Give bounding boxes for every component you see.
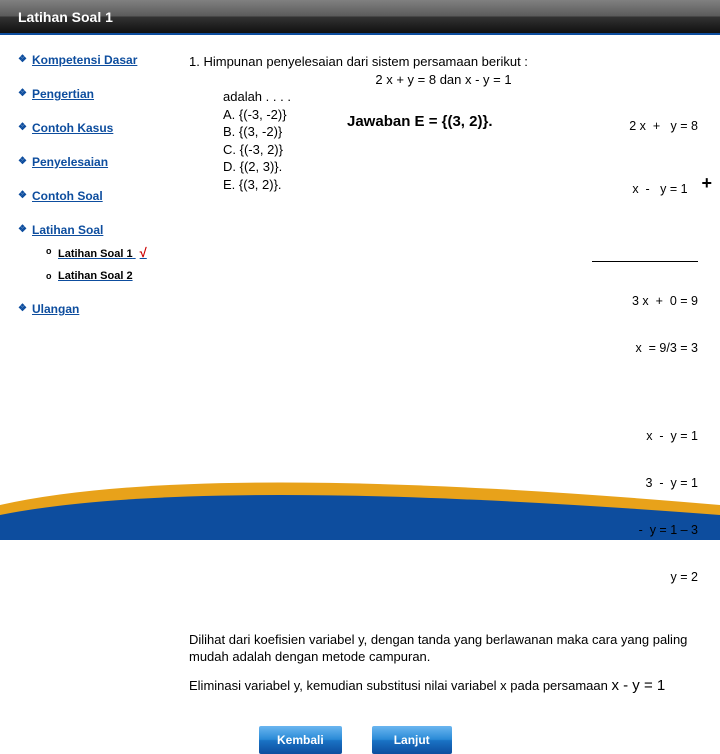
question-line: 1. Himpunan penyelesaian dari sistem per… [189,53,698,71]
sidebar-item-contoh-soal[interactable]: Contoh Soal [18,189,167,203]
work1-l4: x = 9/3 = 3 [570,341,698,357]
option-d: D. {(2, 3)}. [223,158,339,176]
sidebar: Kompetensi Dasar Pengertian Contoh Kasus… [0,35,175,495]
next-label: Lanjut [394,733,430,747]
option-c: C. {(-3, 2)} [223,141,339,159]
sidebar-item-label: Contoh Soal [32,189,103,203]
option-e: E. {(3, 2)}. [223,176,339,194]
button-row: Kembali Lanjut [259,726,698,754]
explanation-1: Dilihat dari koefisien variabel y, denga… [189,631,698,666]
question-number: 1. [189,54,203,69]
sidebar-item-pengertian[interactable]: Pengertian [18,87,167,101]
option-a: A. {(-3, -2)} [223,106,339,124]
sidebar-item-ulangan[interactable]: Ulangan [18,302,167,316]
sidebar-item-label: Ulangan [32,302,79,316]
work1-l3: 3 x + 0 = 9 [570,294,698,310]
sidebar-item-label: Latihan Soal [32,223,103,237]
answer-text: Jawaban E = {(3, 2)}. [347,112,570,132]
explanation-block: Dilihat dari koefisien variabel y, denga… [189,631,698,696]
work2-l1: x - y = 1 [570,429,698,445]
back-button[interactable]: Kembali [259,726,342,754]
sidebar-item-latihan-soal[interactable]: Latihan Soal Latihan Soal 1 √ Latihan So… [18,223,167,282]
work2-l4: y = 2 [570,570,698,586]
sidebar-item-contoh-kasus[interactable]: Contoh Kasus [18,121,167,135]
sidebar-item-label: Contoh Kasus [32,121,113,135]
plus-icon: + [701,172,712,195]
options-column: adalah . . . . A. {(-3, -2)} B. {(3, -2)… [189,88,339,617]
sidebar-item-label: Pengertian [32,87,94,101]
expl2-a: Eliminasi variabel y, kemudian substitus… [189,678,611,693]
work2-l2: 3 - y = 1 [570,476,698,492]
working-column: 2 x + y = 8 x - y = 1 + 3 x + 0 = 9 x = … [570,88,698,617]
question-body: adalah . . . . A. {(-3, -2)} B. {(3, -2)… [189,88,698,617]
page-header: Latihan Soal 1 [0,0,720,35]
sidebar-sub-latihan-1[interactable]: Latihan Soal 1 √ [46,245,167,260]
sidebar-sub-label: Latihan Soal 2 [58,270,133,282]
work1-l1: 2 x + y = 8 [570,119,698,135]
main-container: Kompetensi Dasar Pengertian Contoh Kasus… [0,35,720,495]
content-area: 1. Himpunan penyelesaian dari sistem per… [175,35,720,495]
adalah-text: adalah . . . . [223,88,339,106]
explanation-2: Eliminasi variabel y, kemudian substitus… [189,676,698,696]
work2-l3: - y = 1 – 3 [570,523,698,539]
option-b: B. {(3, -2)} [223,123,339,141]
sidebar-item-label: Kompetensi Dasar [32,53,137,67]
expl2-b: x - y = 1 [611,677,665,694]
question-equation: 2 x + y = 8 dan x - y = 1 [189,71,698,89]
work1-l2: x - y = 1 [632,182,698,196]
sidebar-item-label: Penyelesaian [32,155,108,169]
next-button[interactable]: Lanjut [372,726,452,754]
sidebar-sub-latihan-2[interactable]: Latihan Soal 2 [46,270,167,282]
back-label: Kembali [277,733,324,747]
answer-column: Jawaban E = {(3, 2)}. [339,88,570,617]
rule-line [592,261,698,262]
sidebar-item-kompetensi[interactable]: Kompetensi Dasar [18,53,167,67]
question-text: Himpunan penyelesaian dari sistem persam… [203,54,527,69]
sidebar-item-penyelesaian[interactable]: Penyelesaian [18,155,167,169]
sidebar-sub-label: Latihan Soal 1 [58,248,133,260]
page-title: Latihan Soal 1 [18,9,113,25]
sidebar-sub-list: Latihan Soal 1 √ Latihan Soal 2 [46,245,167,282]
checkmark-icon: √ [140,245,147,260]
